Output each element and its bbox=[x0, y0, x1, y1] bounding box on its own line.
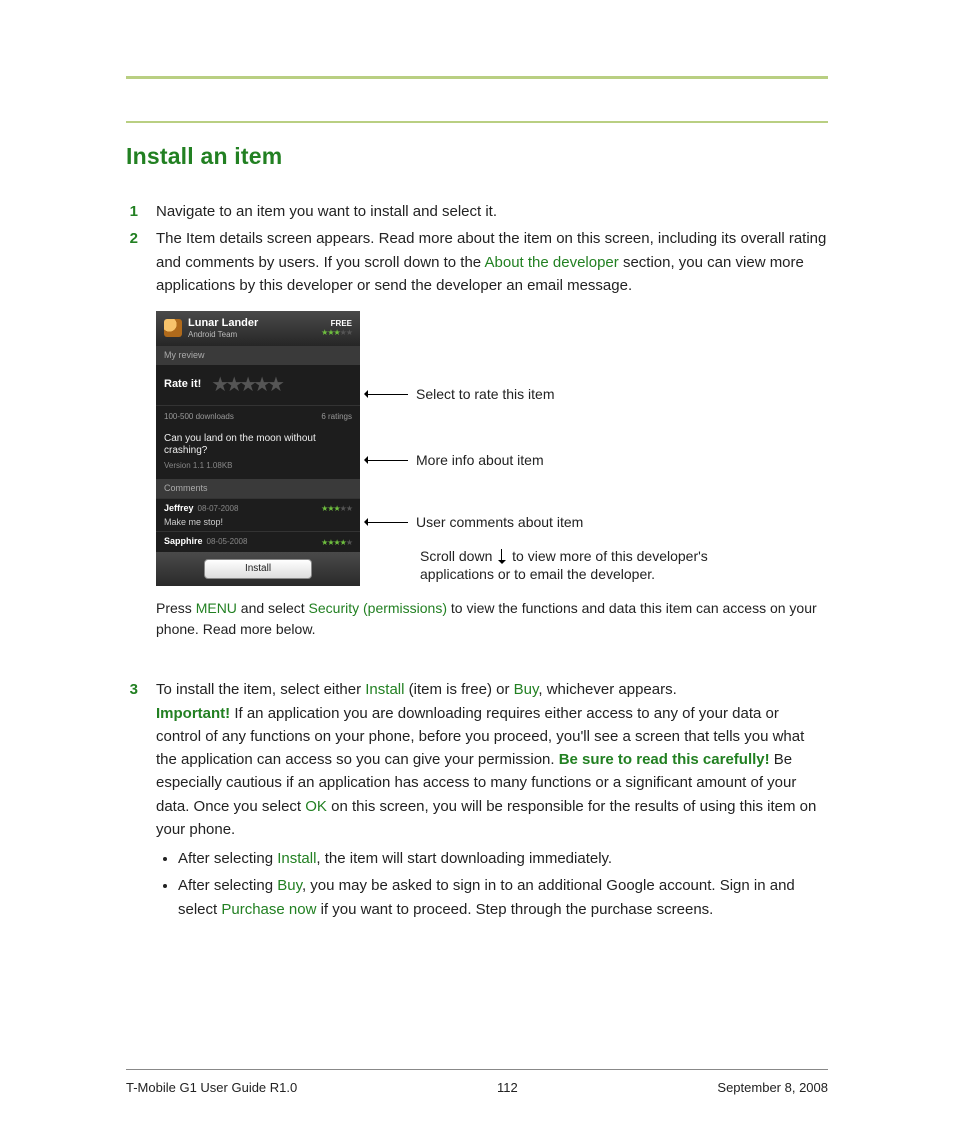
title-rule bbox=[126, 121, 828, 123]
callout-text: User comments about item bbox=[416, 513, 583, 531]
comment-row: Sapphire 08-05-2008 ★★★★★ bbox=[156, 531, 360, 552]
text: , whichever appears. bbox=[538, 681, 676, 698]
text: , the item will start downloading immedi… bbox=[316, 850, 612, 867]
download-stats: 100-500 downloads 6 ratings bbox=[156, 405, 360, 428]
callout-text: More info about item bbox=[416, 451, 544, 469]
text: (item is free) or bbox=[404, 681, 513, 698]
callout-text: Select to rate this item bbox=[416, 385, 555, 403]
step-number: 1 bbox=[126, 200, 138, 223]
menu-key: MENU bbox=[196, 600, 237, 616]
list-item: After selecting Buy, you may be asked to… bbox=[178, 874, 828, 921]
comment-stars-icon: ★★★★★ bbox=[321, 504, 352, 514]
callout-rate: Select to rate this item bbox=[414, 385, 555, 403]
callout-text: Scroll down to view more of this develop… bbox=[420, 547, 740, 583]
text: After selecting bbox=[178, 877, 277, 894]
warning-emphasis: Be sure to read this carefully! bbox=[559, 751, 770, 768]
price-badge: FREE bbox=[321, 319, 352, 329]
security-permissions-link[interactable]: Security (permissions) bbox=[309, 600, 447, 616]
app-meta: Version 1.1 1.08KB bbox=[164, 461, 352, 471]
step-2: 2 The Item details screen appears. Read … bbox=[126, 227, 828, 640]
callout-scroll: Scroll down to view more of this develop… bbox=[414, 547, 740, 583]
footer-date: September 8, 2008 bbox=[717, 1080, 828, 1095]
app-description: Can you land on the moon without crashin… bbox=[164, 433, 352, 457]
app-icon bbox=[164, 319, 182, 337]
spacer bbox=[126, 644, 828, 678]
ok-key: OK bbox=[305, 798, 327, 815]
rate-stars-icon[interactable]: ★★★★★ bbox=[211, 373, 281, 397]
buy-link[interactable]: Buy bbox=[514, 681, 539, 698]
app-developer: Android Team bbox=[188, 330, 258, 340]
callout-info: More info about item bbox=[414, 451, 544, 469]
comment-stars-icon: ★★★★★ bbox=[321, 538, 352, 548]
footer-left: T-Mobile G1 User Guide R1.0 bbox=[126, 1080, 297, 1095]
list-item: After selecting Install, the item will s… bbox=[178, 847, 828, 870]
top-rule bbox=[126, 76, 828, 79]
page-title: Install an item bbox=[126, 143, 828, 170]
download-count: 100-500 downloads bbox=[164, 412, 234, 422]
comment-text: Make me stop! bbox=[164, 517, 352, 528]
purchase-now-link[interactable]: Purchase now bbox=[221, 901, 316, 918]
app-title: Lunar Lander bbox=[188, 317, 258, 330]
footer-page-number: 112 bbox=[497, 1080, 518, 1095]
step-number: 3 bbox=[126, 678, 138, 925]
my-review-label: My review bbox=[156, 346, 360, 365]
page-footer: T-Mobile G1 User Guide R1.0 112 Septembe… bbox=[126, 1069, 828, 1095]
page: Install an item 1 Navigate to an item yo… bbox=[0, 0, 954, 1145]
install-button[interactable]: Install bbox=[204, 559, 312, 579]
rating-stars-icon: ★★★★★ bbox=[321, 328, 352, 338]
text: To install the item, select either bbox=[156, 681, 365, 698]
step-3: 3 To install the item, select either Ins… bbox=[126, 678, 828, 925]
callouts: Select to rate this item More info about… bbox=[360, 311, 828, 586]
comment-date: 08-05-2008 bbox=[207, 537, 248, 546]
app-description-row: Can you land on the moon without crashin… bbox=[156, 427, 360, 479]
step-body: To install the item, select either Insta… bbox=[156, 678, 828, 925]
install-link[interactable]: Install bbox=[365, 681, 404, 698]
arrow-left-icon bbox=[366, 394, 408, 395]
important-label: Important! bbox=[156, 705, 230, 722]
comment-date: 08-07-2008 bbox=[198, 504, 239, 513]
rate-row[interactable]: Rate it! ★★★★★ bbox=[156, 365, 360, 405]
figure: Lunar Lander Android Team FREE ★★★★★ My … bbox=[156, 311, 828, 586]
arrow-left-icon bbox=[366, 460, 408, 461]
rate-label: Rate it! bbox=[164, 378, 201, 391]
text: After selecting bbox=[178, 850, 277, 867]
comments-label: Comments bbox=[156, 479, 360, 498]
buy-link[interactable]: Buy bbox=[277, 877, 302, 894]
step-number: 2 bbox=[126, 227, 138, 640]
comment-author: Sapphire bbox=[164, 536, 203, 546]
sub-bullets: After selecting Install, the item will s… bbox=[156, 847, 828, 921]
menu-note: Press MENU and select Security (permissi… bbox=[156, 598, 828, 640]
about-developer-link[interactable]: About the developer bbox=[485, 254, 619, 271]
text: Press bbox=[156, 600, 196, 616]
app-header: Lunar Lander Android Team FREE ★★★★★ bbox=[156, 311, 360, 346]
install-link[interactable]: Install bbox=[277, 850, 316, 867]
text: if you want to proceed. Step through the… bbox=[316, 901, 713, 918]
comment-author: Jeffrey bbox=[164, 503, 194, 513]
rating-count: 6 ratings bbox=[321, 412, 352, 422]
step-body: Navigate to an item you want to install … bbox=[156, 200, 828, 223]
callout-comments: User comments about item bbox=[414, 513, 583, 531]
step-1: 1 Navigate to an item you want to instal… bbox=[126, 200, 828, 223]
comment-row: Jeffrey 08-07-2008 ★★★★★ Make me stop! bbox=[156, 498, 360, 532]
text: Scroll down bbox=[420, 548, 496, 564]
text: and select bbox=[237, 600, 309, 616]
step-body: The Item details screen appears. Read mo… bbox=[156, 227, 828, 640]
arrow-left-icon bbox=[366, 522, 408, 523]
phone-screenshot: Lunar Lander Android Team FREE ★★★★★ My … bbox=[156, 311, 360, 586]
install-bar: Install bbox=[156, 552, 360, 586]
